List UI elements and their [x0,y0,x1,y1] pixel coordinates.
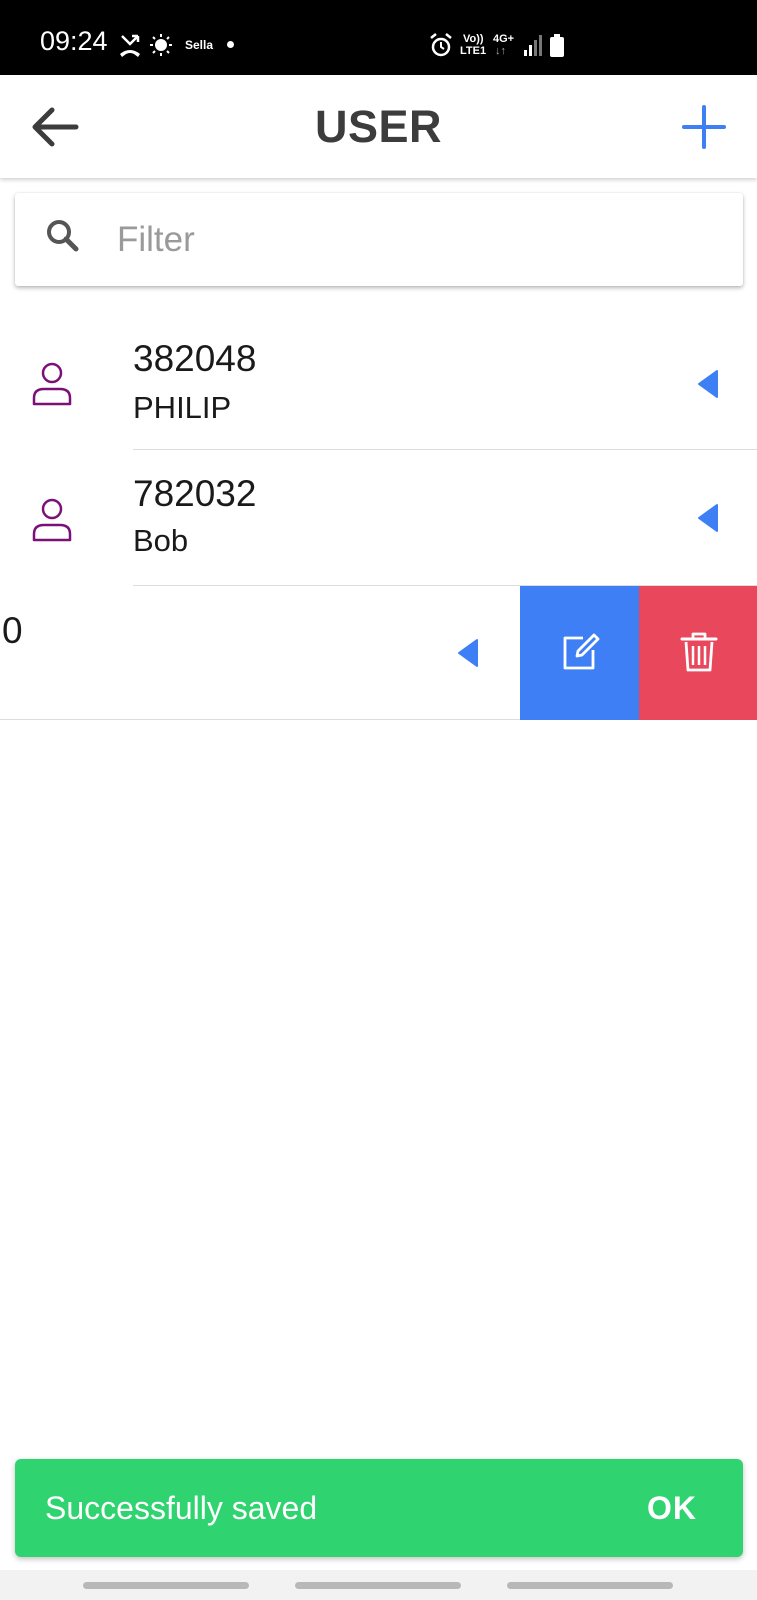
edit-icon [563,633,600,670]
signal-icon [524,35,542,56]
status-bar: 09:24 Sella Vo)) LTE1 4G+ ↓↑ [0,0,757,75]
data-arrows-icon: ↓↑ [495,45,506,57]
add-user-button[interactable] [680,103,728,151]
user-icon [32,362,72,406]
plus-icon [682,105,726,149]
edit-button[interactable] [520,586,639,720]
app-header: USER [0,75,757,178]
caret-left-icon[interactable] [457,638,479,668]
snackbar-message: Successfully saved [45,1490,318,1526]
status-carrier: Sella [185,38,214,52]
user-icon [32,498,72,542]
status-time: 09:24 [40,26,108,56]
user-name: PHILIP [133,390,232,425]
status-volte: Vo)) [463,33,484,45]
row-divider [133,449,757,450]
alarm-icon [430,33,452,57]
list-item[interactable]: 382048 PHILIP [0,316,757,450]
trash-icon [680,632,718,672]
battery-icon [550,34,564,57]
page-title: USER [314,101,443,152]
nav-pill[interactable] [295,1582,461,1589]
nav-pill[interactable] [507,1582,673,1589]
user-id: 782032 [133,473,257,514]
search-icon [47,220,79,252]
nav-pill[interactable] [83,1582,249,1589]
user-id-fragment: 0 [2,610,23,651]
caret-left-icon[interactable] [697,369,719,399]
status-net-type: 4G+ [493,33,515,45]
user-id: 382048 [133,338,257,379]
status-lte: LTE1 [460,45,487,57]
caret-left-icon[interactable] [697,503,719,533]
filter-input[interactable] [115,213,719,267]
delete-button[interactable] [639,586,757,720]
list-item[interactable]: 782032 Bob [0,451,757,586]
snackbar: Successfully saved OK [15,1459,743,1557]
missed-call-icon [120,34,172,57]
filter-box [15,193,743,286]
notification-dot [227,41,234,48]
system-nav-bar [0,1570,757,1600]
snackbar-ok-button[interactable]: OK [647,1490,697,1527]
user-name: Bob [133,523,189,558]
brightness-icon [150,34,172,56]
